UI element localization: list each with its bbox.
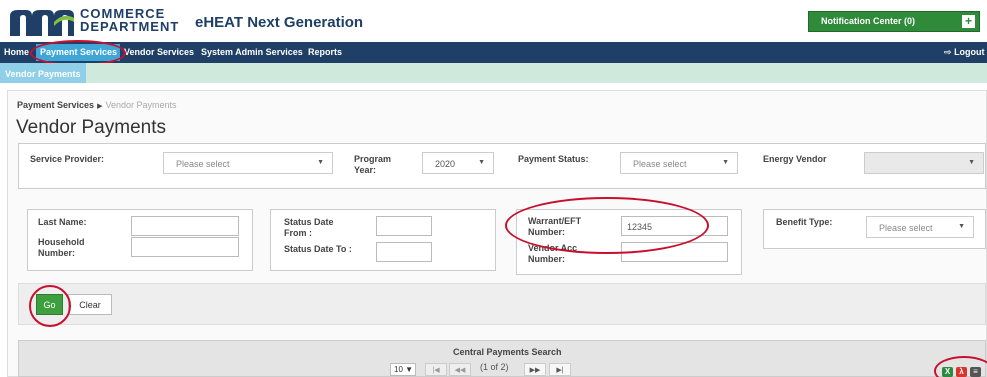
nav-item-system-admin-services[interactable]: System Admin Services — [201, 47, 303, 57]
page-info: (1 of 2) — [480, 362, 509, 372]
caret-down-icon: ▼ — [722, 159, 729, 166]
household-number-label: Household Number: — [38, 237, 85, 258]
nav-item-home[interactable]: Home — [4, 47, 29, 57]
prev-page-button[interactable]: ◀◀ — [449, 363, 471, 376]
page-size-value: 10 — [394, 365, 403, 374]
chevron-right-icon: ▶ — [97, 103, 103, 110]
action-panel — [18, 283, 986, 325]
department-logo-text: COMMERCE DEPARTMENT — [80, 7, 179, 33]
last-page-icon: ▶| — [556, 367, 564, 374]
status-date-from-input[interactable] — [376, 216, 432, 236]
breadcrumb-parent[interactable]: Payment Services — [17, 100, 94, 110]
status-date-to-label: Status Date To : — [284, 244, 352, 254]
notification-center-label: Notification Center (0) — [821, 16, 916, 26]
program-year-value: 2020 — [435, 159, 456, 169]
mn-logo-icon — [10, 10, 74, 36]
status-date-from-label: Status Date From : — [284, 217, 334, 238]
first-page-button[interactable]: |◀ — [425, 363, 447, 376]
prev-page-icon: ◀◀ — [454, 367, 466, 374]
caret-down-icon: ▼ — [958, 223, 965, 230]
warrant-eft-number-label: Warrant/EFT Number: — [528, 216, 582, 237]
breadcrumb-current: Vendor Payments — [105, 100, 177, 110]
nav-item-vendor-services[interactable]: Vendor Services — [124, 47, 194, 57]
benefit-type-label: Benefit Type: — [776, 217, 833, 227]
caret-down-icon: ▼ — [405, 365, 414, 374]
energy-vendor-select[interactable]: ▼ — [864, 152, 984, 174]
caret-down-icon: ▼ — [968, 159, 975, 166]
next-page-icon: ▶▶ — [529, 367, 541, 374]
payment-status-label: Payment Status: — [518, 154, 589, 164]
service-provider-select[interactable]: Please select ▼ — [163, 152, 333, 174]
next-page-button[interactable]: ▶▶ — [524, 363, 546, 376]
logout-icon: ⇨ — [944, 47, 952, 57]
excel-export-icon[interactable]: X — [942, 367, 953, 377]
page-title: Vendor Payments — [16, 117, 166, 138]
app-header: COMMERCE DEPARTMENT eHEAT Next Generatio… — [0, 0, 987, 42]
go-button[interactable]: Go — [36, 294, 63, 315]
vendor-acc-number-label: Vendor Acc Number: — [528, 243, 578, 264]
household-number-input[interactable] — [131, 237, 239, 257]
page-size-select[interactable]: 10 ▼ — [390, 363, 416, 376]
benefit-type-select[interactable]: Please select ▼ — [866, 216, 974, 238]
caret-down-icon: ▼ — [317, 159, 324, 166]
energy-vendor-label: Energy Vendor — [763, 154, 827, 164]
breadcrumb: Payment Services ▶ Vendor Payments — [17, 100, 177, 110]
plus-icon[interactable]: + — [962, 15, 975, 28]
logout-label: Logout — [954, 47, 985, 57]
vendor-acc-number-input[interactable] — [621, 242, 728, 262]
payment-status-select[interactable]: Please select ▼ — [620, 152, 738, 174]
program-year-label: Program Year: — [354, 154, 392, 175]
nav-item-payment-services[interactable]: Payment Services — [40, 47, 117, 57]
status-date-to-input[interactable] — [376, 242, 432, 262]
service-provider-label: Service Provider: — [30, 154, 105, 164]
last-name-input[interactable] — [131, 216, 239, 236]
last-name-label: Last Name: — [38, 217, 87, 227]
last-page-button[interactable]: ▶| — [549, 363, 571, 376]
payment-status-value: Please select — [633, 159, 687, 169]
pdf-export-icon[interactable]: λ — [956, 367, 967, 377]
logout-link[interactable]: ⇨ Logout — [944, 47, 985, 58]
program-year-select[interactable]: 2020 ▼ — [422, 152, 494, 174]
service-provider-value: Please select — [176, 159, 230, 169]
warrant-eft-number-input[interactable]: 12345 — [621, 216, 728, 236]
clear-button[interactable]: Clear — [68, 294, 112, 315]
first-page-icon: |◀ — [432, 367, 440, 374]
notification-center-button[interactable]: Notification Center (0) + — [808, 11, 980, 32]
grid-title: Central Payments Search — [453, 347, 562, 357]
sub-nav: Vendor Payments — [0, 63, 987, 83]
tab-vendor-payments[interactable]: Vendor Payments — [0, 63, 86, 83]
logo-line-department: DEPARTMENT — [80, 19, 180, 34]
benefit-type-value: Please select — [879, 223, 933, 233]
nav-item-reports[interactable]: Reports — [308, 47, 342, 57]
print-export-icon[interactable]: ≡ — [970, 367, 981, 377]
app-title: eHEAT Next Generation — [195, 14, 364, 31]
caret-down-icon: ▼ — [478, 159, 485, 166]
